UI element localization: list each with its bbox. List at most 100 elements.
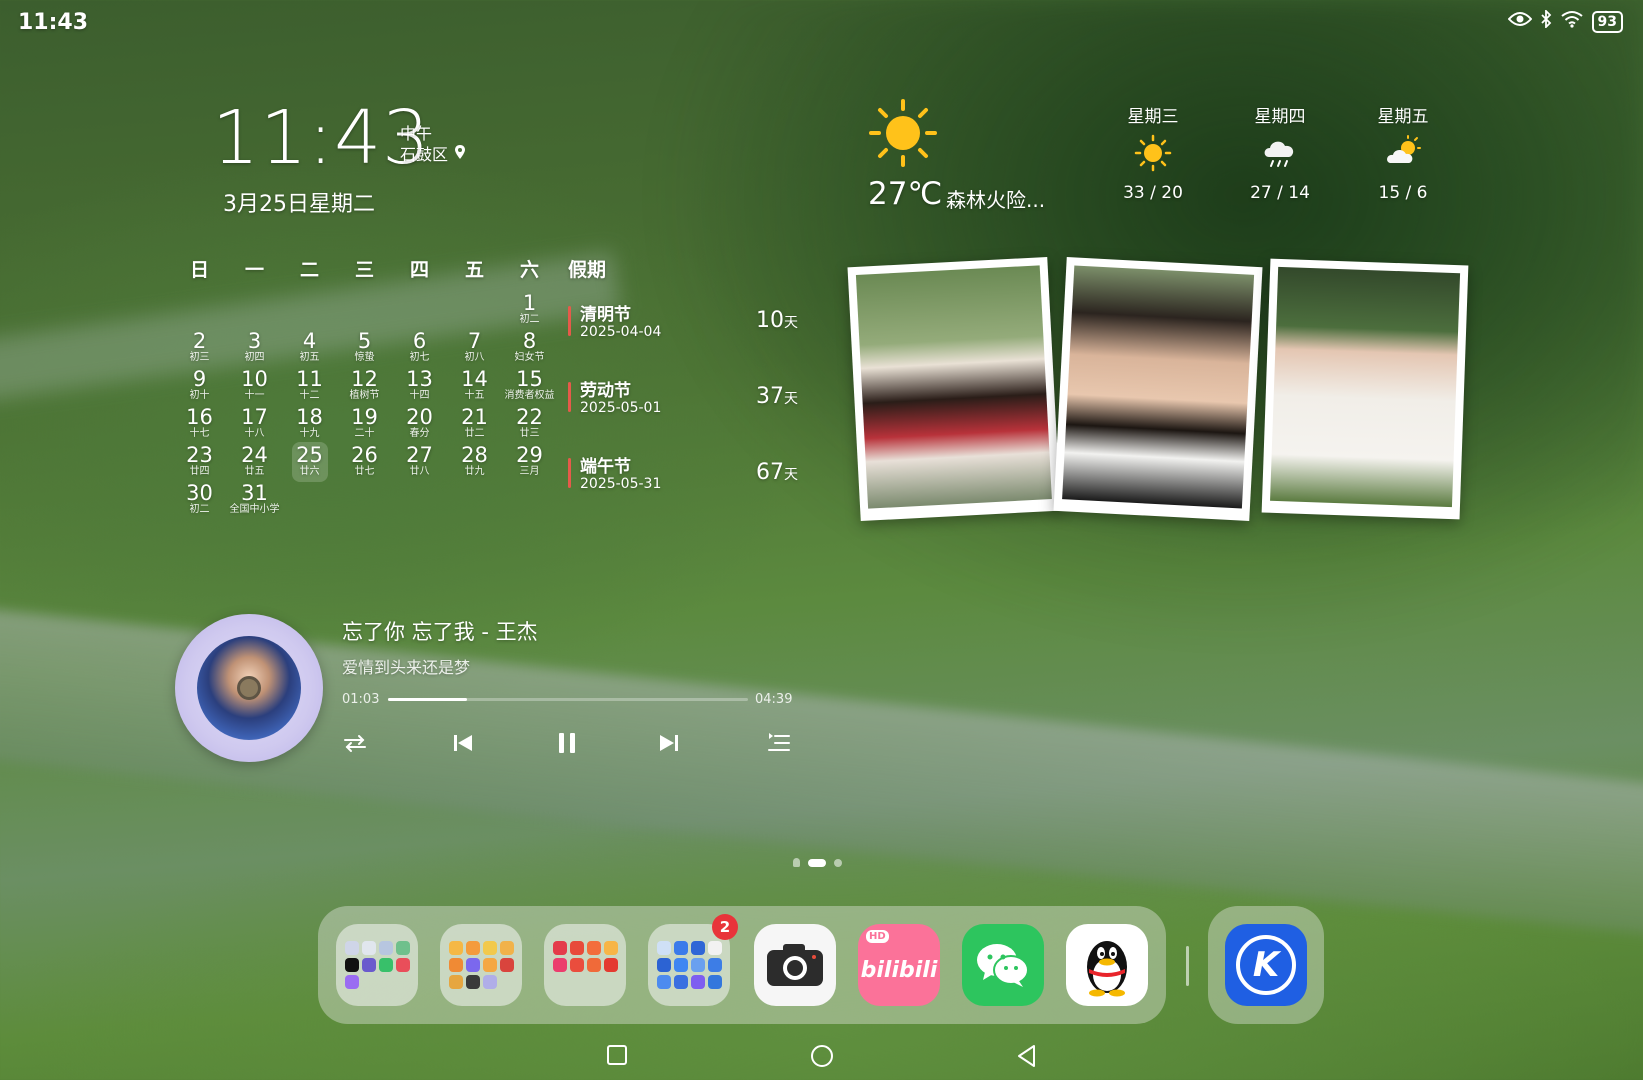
calendar-day[interactable]: 17 十八 xyxy=(227,406,282,440)
qq-app[interactable] xyxy=(1066,924,1148,1006)
song-title: 忘了你 忘了我 - 王杰 xyxy=(342,620,538,644)
holiday-title: 假期 xyxy=(568,259,607,281)
calendar-day-lunar: 初二 xyxy=(189,504,210,515)
calendar-day-lunar: 初八 xyxy=(464,352,485,363)
triangle-back-icon xyxy=(1018,1045,1035,1067)
calendar-day-lunar: 初七 xyxy=(409,352,430,363)
shuffle-button[interactable] xyxy=(340,728,370,758)
calendar-day-lunar: 十五 xyxy=(464,390,485,401)
calendar-day[interactable]: 9 初十 xyxy=(172,368,227,402)
calendar-day[interactable]: 24 廿五 xyxy=(227,444,282,478)
calendar-day-lunar: 廿六 xyxy=(299,466,320,477)
calendar-day-lunar: 初二 xyxy=(519,314,540,325)
calendar-day[interactable]: 29 三月 xyxy=(502,444,557,478)
holiday-date: 2025-04-04 xyxy=(580,324,662,340)
calendar-day-lunar: 廿五 xyxy=(244,466,265,477)
album-disc[interactable] xyxy=(175,614,323,762)
holiday-days-value: 67 xyxy=(756,460,784,485)
rain-cloud-icon xyxy=(1225,127,1335,179)
clock-time[interactable]: 11:43 xyxy=(212,98,430,178)
search-page-dot[interactable] xyxy=(793,858,800,867)
calendar-day[interactable]: 16 十七 xyxy=(172,406,227,440)
weekday-label: 二 xyxy=(299,259,319,281)
holiday-name: 清明节 xyxy=(580,305,631,325)
clock-location: 石鼓区 xyxy=(400,144,449,164)
photo-card-3[interactable] xyxy=(1261,258,1469,520)
calendar-day-number: 2 xyxy=(192,329,207,353)
calendar-day[interactable]: 18 十九 xyxy=(282,406,337,440)
app-folder-3[interactable] xyxy=(544,924,626,1006)
calendar-day[interactable]: 6 初七 xyxy=(392,330,447,364)
progress-bar[interactable] xyxy=(388,698,748,701)
calendar-day[interactable]: 14 十五 xyxy=(447,368,502,402)
calendar-day[interactable]: 10 十一 xyxy=(227,368,282,402)
calendar-day[interactable]: 7 初八 xyxy=(447,330,502,364)
playlist-icon xyxy=(768,733,790,751)
calendar-widget[interactable]: 日一二三四五六 1 初二 2 初三 3 初四 4 初五 5 惊蛰 6 初七 7 初八 8 妇女节 9 初十 10 十一… xyxy=(172,255,557,515)
calendar-day-lunar: 十八 xyxy=(244,428,265,439)
holiday-date: 2025-05-01 xyxy=(580,400,662,416)
calendar-day[interactable]: 22 廿三 xyxy=(502,406,557,440)
calendar-day-lunar: 廿九 xyxy=(464,466,485,477)
disc-center xyxy=(237,676,261,700)
calendar-day[interactable]: 1 初二 xyxy=(502,292,557,326)
calendar-day[interactable]: 23 廿四 xyxy=(172,444,227,478)
calendar-day[interactable]: 26 廿七 xyxy=(337,444,392,478)
qq-penguin-icon xyxy=(1087,941,1127,997)
app-folder-2[interactable] xyxy=(440,924,522,1006)
holiday-days-value: 37 xyxy=(756,384,784,409)
next-button[interactable] xyxy=(654,728,684,758)
photo-card-1[interactable] xyxy=(847,256,1061,522)
calendar-day[interactable]: 11 十二 xyxy=(282,368,337,402)
calendar-day[interactable]: 4 初五 xyxy=(282,330,337,364)
forecast-day-2: 星期四 27 / 14 xyxy=(1225,102,1335,203)
calendar-day[interactable]: 25 廿六 xyxy=(282,444,337,478)
calendar-day-lunar: 廿七 xyxy=(354,466,375,477)
page-dot[interactable] xyxy=(834,858,842,867)
weekday-label: 六 xyxy=(519,259,539,281)
calendar-day[interactable]: 13 十四 xyxy=(392,368,447,402)
playlist-button[interactable] xyxy=(764,728,794,758)
bluetooth-icon xyxy=(1540,8,1552,33)
calendar-day[interactable]: 5 惊蛰 xyxy=(337,330,392,364)
calendar-day[interactable]: 28 廿九 xyxy=(447,444,502,478)
recents-button[interactable] xyxy=(606,1044,628,1070)
calendar-day[interactable]: 20 春分 xyxy=(392,406,447,440)
pause-button[interactable] xyxy=(552,728,582,758)
back-button[interactable] xyxy=(1016,1044,1038,1072)
calendar-day[interactable]: 3 初四 xyxy=(227,330,282,364)
calendar-day-number: 13 xyxy=(406,367,433,391)
calendar-day-lunar: 初十 xyxy=(189,390,210,401)
sun-icon[interactable] xyxy=(868,98,938,172)
page-dot-active[interactable] xyxy=(808,858,826,867)
calendar-day[interactable]: 2 初三 xyxy=(172,330,227,364)
calendar-day[interactable]: 21 廿二 xyxy=(447,406,502,440)
calendar-day-lunar: 初四 xyxy=(244,352,265,363)
home-button[interactable] xyxy=(810,1044,834,1072)
calendar-day-lunar: 植树节 xyxy=(349,390,380,401)
calendar-day[interactable]: 12 植树节 xyxy=(337,368,392,402)
calendar-day-number: 20 xyxy=(406,405,433,429)
calendar-day[interactable]: 31 全国中小学 xyxy=(227,482,282,516)
calendar-day[interactable]: 30 初二 xyxy=(172,482,227,516)
calendar-day[interactable]: 15 消费者权益 xyxy=(502,368,557,402)
bilibili-app[interactable]: HD bilibili xyxy=(858,924,940,1006)
calendar-day-number: 11 xyxy=(296,367,323,391)
calendar-day[interactable]: 8 妇女节 xyxy=(502,330,557,364)
holiday-countdown[interactable]: 假期 清明节 2025-04-04 10天 劳动节 2025-05-01 37天 端午节 20… xyxy=(568,255,808,492)
calendar-day-lunar: 十九 xyxy=(299,428,320,439)
camera-app[interactable] xyxy=(754,924,836,1006)
total-time: 04:39 xyxy=(755,692,793,707)
holiday-marker xyxy=(568,306,571,336)
photo-card-2[interactable] xyxy=(1053,257,1263,521)
app-folder-1[interactable] xyxy=(336,924,418,1006)
holiday-days-value: 10 xyxy=(756,308,784,333)
calendar-day-number: 22 xyxy=(516,405,543,429)
calendar-day[interactable]: 19 二十 xyxy=(337,406,392,440)
wechat-app[interactable] xyxy=(962,924,1044,1006)
calendar-day[interactable]: 27 廿八 xyxy=(392,444,447,478)
kuwo-app[interactable]: K xyxy=(1225,924,1307,1006)
previous-button[interactable] xyxy=(448,728,478,758)
holiday-days-left: 37天 xyxy=(756,384,798,409)
page-indicator[interactable] xyxy=(793,858,842,867)
